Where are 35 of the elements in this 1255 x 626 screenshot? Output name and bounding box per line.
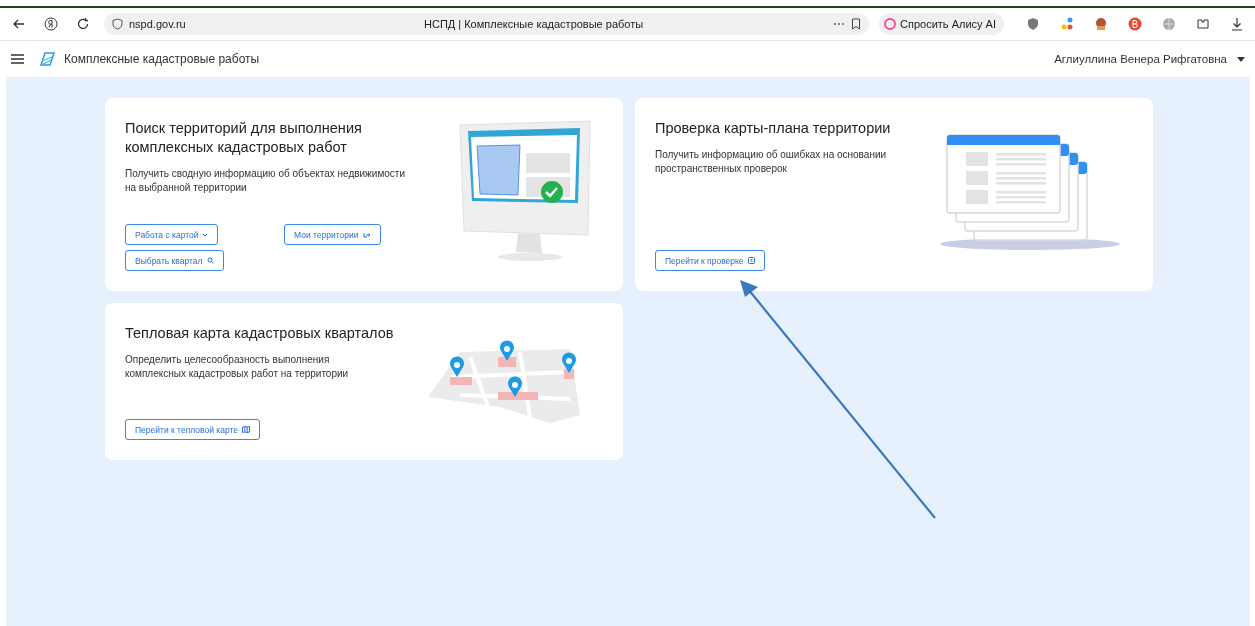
download-icon[interactable] [1230,17,1244,31]
bookmark-icon[interactable] [851,18,862,30]
card-title: Проверка карты-плана территории [655,119,892,138]
user-menu[interactable]: Аглиуллина Венера Рифгатовна [1054,53,1245,65]
action-button[interactable]: Перейти к тепловой карте [125,419,260,440]
action-button[interactable]: Перейти к проверке [655,250,765,271]
dots-icon[interactable] [1060,17,1074,31]
ring-icon [884,18,897,30]
action-button[interactable]: Работа с картой [125,224,219,245]
browser-logo-icon[interactable] [44,17,58,31]
card-description: Получить информацию об ошибках на основании пространственных проверок [655,148,888,176]
assistant-button[interactable]: Спросить Алису AI [879,13,1004,35]
document-icon [747,257,755,264]
back-icon[interactable] [12,17,26,31]
card-title: Тепловая карта кадастровых кварталов [125,324,395,343]
action-button[interactable]: Мои территории [284,224,381,245]
shield-icon[interactable] [1026,17,1040,31]
address-bar[interactable]: nspd.gov.ru НСПД | Комплексные кадастровые работы [104,13,870,35]
card-description: Получить сводную информацию об объектах недвижимости на выбранной территории [125,167,406,195]
reload-icon[interactable] [76,17,90,31]
app-title: Комплексные кадастровые работы [64,52,260,66]
action-button[interactable]: Выбрать квартал [125,250,224,271]
more-icon[interactable] [833,22,846,26]
menu-icon[interactable] [11,54,24,64]
search-icon [206,257,214,264]
map-icon [242,426,250,433]
exit-icon [362,231,371,238]
card-title: Поиск территорий для выполнения комплексных кадастровых работ [125,119,363,157]
caret-icon [1237,56,1245,62]
card-description: Определить целесообразность выполнения комплексных кадастровых работ на территории [125,353,350,381]
logo-icon [38,50,56,68]
page-title: НСПД | Комплексные кадастровые работы [424,18,644,30]
caret-icon [202,232,209,237]
address-text: nspd.gov.ru [129,18,186,30]
shield-icon [112,18,123,30]
